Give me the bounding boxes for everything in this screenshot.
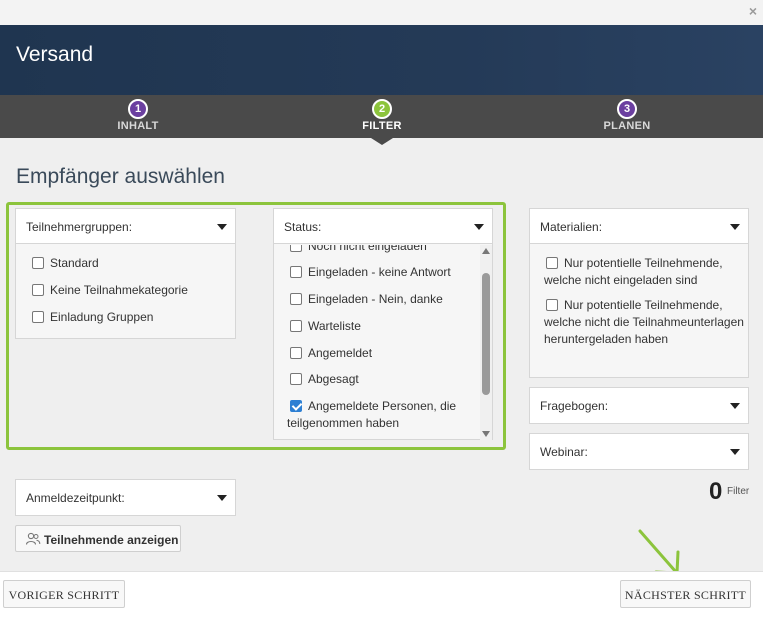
checkbox[interactable] xyxy=(546,299,558,311)
filter-count: 0 xyxy=(709,478,723,505)
next-step-button[interactable]: NÄCHSTER SCHRITT xyxy=(620,580,751,608)
participant-groups-dropdown[interactable]: Teilnehmergruppen: xyxy=(16,209,235,244)
participant-groups-panel: Teilnehmergruppen: Standard Keine Teilna… xyxy=(15,208,236,339)
step-filter[interactable]: 2 FILTER xyxy=(282,95,482,132)
filter-count-label: Filter xyxy=(727,486,750,497)
dialog-title: Versand xyxy=(16,43,94,66)
option-waitlist[interactable]: Warteliste xyxy=(290,319,361,333)
step-label: PLANEN xyxy=(603,120,651,132)
option-not-invited[interactable]: Noch nicht eingeladen xyxy=(290,245,427,253)
caret-down-icon xyxy=(730,449,740,455)
option-standard[interactable]: Standard xyxy=(32,256,99,270)
caret-down-icon xyxy=(730,403,740,409)
checkbox[interactable] xyxy=(32,284,44,296)
option-not-downloaded[interactable]: Nur potentielle Teilnehmende, welche nic… xyxy=(544,297,744,348)
caret-down-icon xyxy=(730,224,740,230)
option-invitation-groups[interactable]: Einladung Gruppen xyxy=(32,310,153,324)
checkbox[interactable] xyxy=(290,266,302,278)
caret-down-icon xyxy=(217,495,227,501)
scroll-down-icon[interactable] xyxy=(482,431,490,437)
option-not-invited-potential[interactable]: Nur potentielle Teilnehmende, welche nic… xyxy=(544,255,744,289)
option-attended-line2: teilgenommen haben xyxy=(287,416,400,430)
scroll-up-icon[interactable] xyxy=(482,248,490,254)
questionnaire-dropdown[interactable]: Fragebogen: xyxy=(530,388,748,423)
show-participants-button[interactable]: Teilnehmende anzeigen xyxy=(15,525,181,552)
close-icon[interactable]: × xyxy=(749,3,757,19)
dropdown-label: Fragebogen: xyxy=(540,399,609,413)
dropdown-label: Status: xyxy=(284,220,322,234)
dialog-topbar: × xyxy=(0,0,763,25)
status-panel: Status: Noch nicht eingeladen Eingeladen… xyxy=(273,208,493,440)
option-no-category[interactable]: Keine Teilnahmekategorie xyxy=(32,283,188,297)
checkbox[interactable] xyxy=(290,320,302,332)
option-cancelled[interactable]: Abgesagt xyxy=(290,372,359,386)
status-scrollbar[interactable] xyxy=(480,245,492,440)
step-planen[interactable]: 3 PLANEN xyxy=(527,95,727,132)
checkbox[interactable] xyxy=(546,257,558,269)
webinar-dropdown[interactable]: Webinar: xyxy=(530,434,748,469)
option-attended[interactable]: Angemeldete Personen, die xyxy=(290,399,456,413)
users-icon xyxy=(25,532,41,545)
status-dropdown[interactable]: Status: xyxy=(274,209,492,244)
page-title: Empfänger auswählen xyxy=(16,165,225,188)
dropdown-label: Materialien: xyxy=(540,220,603,234)
step-bar: 1 INHALT 2 FILTER 3 PLANEN xyxy=(0,95,763,138)
button-label: VORIGER SCHRITT xyxy=(8,588,120,602)
dropdown-label: Anmeldezeitpunkt: xyxy=(26,491,125,505)
step-label: FILTER xyxy=(362,120,402,132)
active-step-caret xyxy=(371,138,393,145)
dialog-footer: VORIGER SCHRITT NÄCHSTER SCHRITT xyxy=(0,571,763,617)
step-number: 3 xyxy=(617,99,637,119)
checkbox[interactable] xyxy=(32,311,44,323)
step-number: 2 xyxy=(372,99,392,119)
step-label: INHALT xyxy=(117,120,159,132)
registration-time-dropdown[interactable]: Anmeldezeitpunkt: xyxy=(16,480,235,515)
checkbox-checked[interactable] xyxy=(290,400,302,412)
materials-dropdown[interactable]: Materialien: xyxy=(530,209,748,244)
option-invited-declined[interactable]: Eingeladen - Nein, danke xyxy=(290,292,443,306)
checkbox[interactable] xyxy=(290,347,302,359)
dropdown-label: Teilnehmergruppen: xyxy=(26,220,133,234)
dropdown-label: Webinar: xyxy=(540,445,588,459)
materials-panel: Materialien: Nur potentielle Teilnehmend… xyxy=(529,208,749,378)
registration-time-panel: Anmeldezeitpunkt: xyxy=(15,479,236,516)
dialog-header: Versand xyxy=(0,25,763,95)
questionnaire-panel: Fragebogen: xyxy=(529,387,749,424)
checkbox[interactable] xyxy=(32,257,44,269)
option-invited-no-answer[interactable]: Eingeladen - keine Antwort xyxy=(290,265,451,279)
status-list[interactable]: Noch nicht eingeladen Eingeladen - keine… xyxy=(274,245,492,440)
webinar-panel: Webinar: xyxy=(529,433,749,470)
caret-down-icon xyxy=(217,224,227,230)
caret-down-icon xyxy=(474,224,484,230)
step-inhalt[interactable]: 1 INHALT xyxy=(38,95,238,132)
button-label: Teilnehmende anzeigen xyxy=(44,533,179,547)
step-number: 1 xyxy=(128,99,148,119)
option-registered[interactable]: Angemeldet xyxy=(290,346,372,360)
checkbox[interactable] xyxy=(290,245,302,252)
previous-step-button[interactable]: VORIGER SCHRITT xyxy=(3,580,125,608)
button-label: NÄCHSTER SCHRITT xyxy=(624,588,747,602)
checkbox[interactable] xyxy=(290,293,302,305)
scroll-thumb[interactable] xyxy=(482,273,490,395)
checkbox[interactable] xyxy=(290,373,302,385)
